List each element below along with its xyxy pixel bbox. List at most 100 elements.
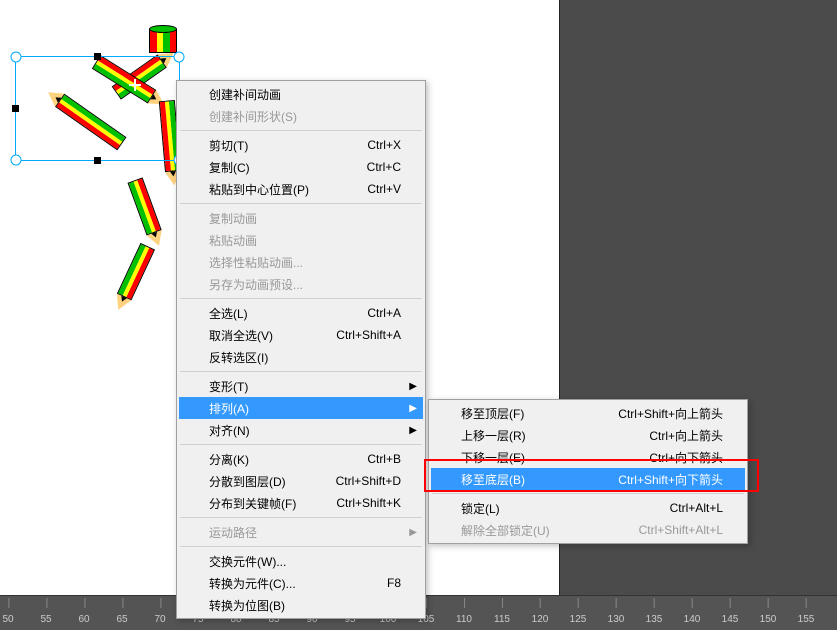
context-menu-item-label: 粘贴动画 <box>209 232 401 249</box>
context-menu-item-label: 交换元件(W)... <box>209 553 401 570</box>
submenu-item-shortcut: Ctrl+Shift+向上箭头 <box>618 405 723 422</box>
context-menu-item-0[interactable]: 创建补间动画 <box>179 83 423 105</box>
context-menu-item-shortcut: Ctrl+A <box>367 306 401 320</box>
context-menu-item-8: 粘贴动画 <box>179 229 423 251</box>
submenu-item-shortcut: Ctrl+Shift+Alt+L <box>639 523 723 537</box>
context-menu-item-label: 反转选区(I) <box>209 349 401 366</box>
chevron-right-icon: ▶ <box>409 403 417 414</box>
context-menu-item-18[interactable]: 对齐(N) ▶ <box>179 419 423 441</box>
ruler-tick: 60 <box>78 614 89 625</box>
ruler-tick: 70 <box>154 614 165 625</box>
context-menu-item-label: 对齐(N) <box>209 422 401 439</box>
context-menu-item-label: 转换为元件(C)... <box>209 575 347 592</box>
selection-box[interactable] <box>15 56 180 161</box>
context-menu-item-label: 分布到关键帧(F) <box>209 495 296 512</box>
registration-point-1 <box>54 129 66 141</box>
context-menu-item-5[interactable]: 粘贴到中心位置(P) Ctrl+V <box>179 178 423 200</box>
context-menu-item-shortcut: F8 <box>387 576 401 590</box>
context-menu-item-label: 创建补间动画 <box>209 86 401 103</box>
ruler-tick: 125 <box>570 614 587 625</box>
ruler-tick: 145 <box>722 614 739 625</box>
submenu-item-label: 锁定(L) <box>461 500 630 517</box>
context-menu-item-3[interactable]: 剪切(T) Ctrl+X <box>179 134 423 156</box>
context-menu-separator <box>180 203 422 204</box>
submenu-item-shortcut: Ctrl+向下箭头 <box>649 449 723 466</box>
context-menu-item-27[interactable]: 转换为元件(C)... F8 <box>179 572 423 594</box>
context-menu-separator <box>180 298 422 299</box>
ruler-tick: 120 <box>532 614 549 625</box>
context-menu-item-21[interactable]: 分散到图层(D)Ctrl+Shift+D <box>179 470 423 492</box>
context-menu-item-4[interactable]: 复制(C) Ctrl+C <box>179 156 423 178</box>
context-menu-item-label: 复制动画 <box>209 210 401 227</box>
submenu-item-6: 解除全部锁定(U) Ctrl+Shift+Alt+L <box>431 519 745 541</box>
context-menu-item-24: 运动路径▶ <box>179 521 423 543</box>
ruler-tick: 115 <box>494 614 510 625</box>
context-menu-item-26[interactable]: 交换元件(W)... <box>179 550 423 572</box>
context-menu-item-shortcut: Ctrl+X <box>367 138 401 152</box>
pencil-leg-1 <box>128 177 167 248</box>
chevron-right-icon: ▶ <box>409 381 417 392</box>
context-menu-item-14[interactable]: 反转选区(I) <box>179 346 423 368</box>
context-menu-item-label: 分离(K) <box>209 451 327 468</box>
ruler-tick: 55 <box>40 614 51 625</box>
context-menu-item-label: 剪切(T) <box>209 137 327 154</box>
context-menu-item-label: 另存为动画预设... <box>209 276 401 293</box>
ruler-tick: 135 <box>646 614 663 625</box>
pencil-leg-2 <box>111 243 155 313</box>
context-menu-item-9: 选择性粘贴动画... <box>179 251 423 273</box>
context-menu-item-13[interactable]: 取消全选(V) Ctrl+Shift+A <box>179 324 423 346</box>
context-menu-item-label: 复制(C) <box>209 159 327 176</box>
context-menu-item-16[interactable]: 变形(T) ▶ <box>179 375 423 397</box>
submenu-item-label: 移至顶层(F) <box>461 405 578 422</box>
submenu-item-label: 下移一层(E) <box>461 449 609 466</box>
context-menu-item-label: 取消全选(V) <box>209 327 296 344</box>
context-menu-item-12[interactable]: 全选(L) Ctrl+A <box>179 302 423 324</box>
ruler-tick: 140 <box>684 614 701 625</box>
ruler-tick: 110 <box>456 614 472 625</box>
arrange-submenu[interactable]: 移至顶层(F) Ctrl+Shift+向上箭头上移一层(R) Ctrl+向上箭头下移… <box>428 399 748 544</box>
context-menu-item-label: 选择性粘贴动画... <box>209 254 401 271</box>
context-menu-item-1: 创建补间形状(S) <box>179 105 423 127</box>
submenu-item-label: 解除全部锁定(U) <box>461 522 599 539</box>
context-menu-item-shortcut: Ctrl+C <box>367 160 401 174</box>
submenu-item-3[interactable]: 移至底层(B) Ctrl+Shift+向下箭头 <box>431 468 745 490</box>
context-menu-item-label: 排列(A) <box>209 400 401 417</box>
ruler-tick: 65 <box>116 614 127 625</box>
context-menu-item-10: 另存为动画预设... <box>179 273 423 295</box>
ruler-tick: 50 <box>2 614 13 625</box>
submenu-item-shortcut: Ctrl+Alt+L <box>670 501 723 515</box>
context-menu-item-shortcut: Ctrl+Shift+D <box>336 474 401 488</box>
registration-point-2 <box>129 79 141 91</box>
submenu-item-shortcut: Ctrl+向上箭头 <box>649 427 723 444</box>
context-menu-item-28[interactable]: 转换为位图(B) <box>179 594 423 616</box>
submenu-item-5[interactable]: 锁定(L) Ctrl+Alt+L <box>431 497 745 519</box>
context-menu-item-17[interactable]: 排列(A) ▶ <box>179 397 423 419</box>
context-menu-item-label: 全选(L) <box>209 305 327 322</box>
submenu-item-0[interactable]: 移至顶层(F) Ctrl+Shift+向上箭头 <box>431 402 745 424</box>
context-menu-item-label: 创建补间形状(S) <box>209 108 401 125</box>
ruler-tick: 150 <box>760 614 777 625</box>
submenu-item-shortcut: Ctrl+Shift+向下箭头 <box>618 471 723 488</box>
pencil-cap-top <box>149 25 177 33</box>
submenu-item-2[interactable]: 下移一层(E) Ctrl+向下箭头 <box>431 446 745 468</box>
submenu-item-label: 上移一层(R) <box>461 427 609 444</box>
context-menu-item-label: 变形(T) <box>209 378 401 395</box>
context-menu-separator <box>180 130 422 131</box>
context-menu-item-shortcut: Ctrl+V <box>367 182 401 196</box>
ruler-tick: 130 <box>608 614 625 625</box>
chevron-right-icon: ▶ <box>409 527 417 538</box>
context-menu-separator <box>180 444 422 445</box>
context-menu-separator <box>180 546 422 547</box>
context-menu-item-7: 复制动画 <box>179 207 423 229</box>
context-menu-item-20[interactable]: 分离(K)Ctrl+B <box>179 448 423 470</box>
context-menu-separator <box>180 371 422 372</box>
context-menu-item-22[interactable]: 分布到关键帧(F)Ctrl+Shift+K <box>179 492 423 514</box>
submenu-separator <box>432 493 744 494</box>
submenu-item-1[interactable]: 上移一层(R) Ctrl+向上箭头 <box>431 424 745 446</box>
context-menu[interactable]: 创建补间动画创建补间形状(S) 剪切(T) Ctrl+X 复制(C) Ctrl+C 粘贴到… <box>176 80 426 619</box>
context-menu-item-shortcut: Ctrl+Shift+A <box>336 328 401 342</box>
submenu-item-label: 移至底层(B) <box>461 471 578 488</box>
context-menu-item-label: 粘贴到中心位置(P) <box>209 181 327 198</box>
chevron-right-icon: ▶ <box>409 425 417 436</box>
context-menu-item-label: 转换为位图(B) <box>209 597 401 614</box>
